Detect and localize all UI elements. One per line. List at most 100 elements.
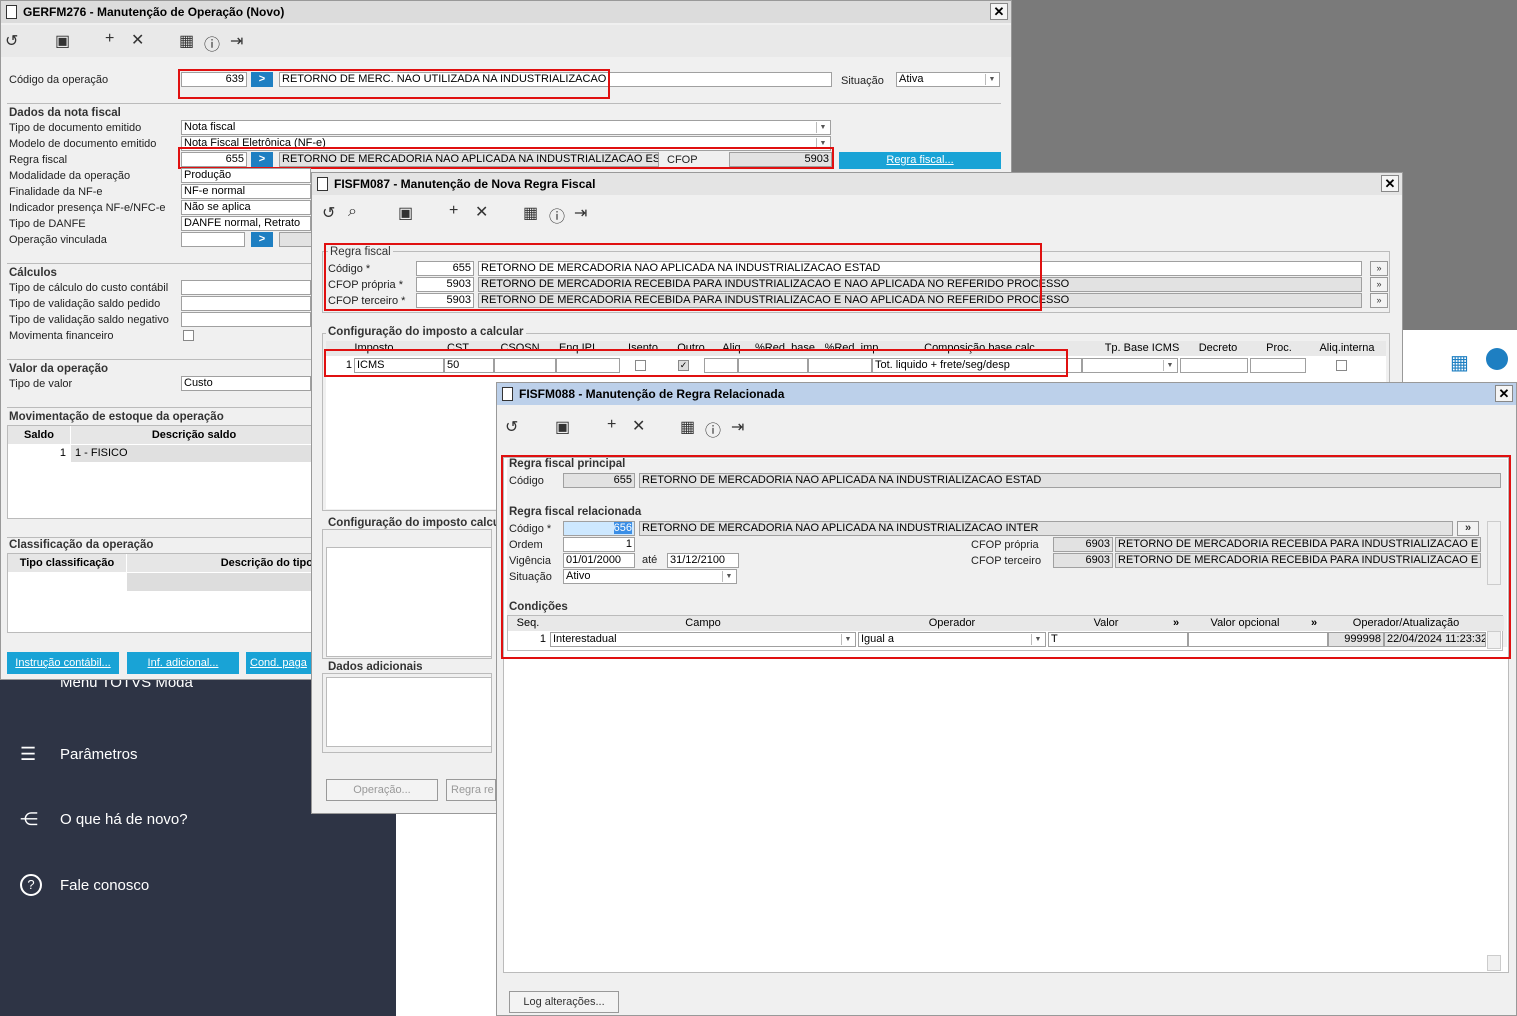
cell-saldo[interactable]: 1 — [8, 445, 70, 462]
add-icon[interactable]: + — [105, 30, 114, 48]
log-alteracoes-button[interactable]: Log alterações... — [509, 991, 619, 1013]
cell-decreto[interactable] — [1180, 358, 1248, 373]
col-header-descricao-tipo[interactable]: Descrição do tipo — [127, 554, 317, 572]
search-icon[interactable]: ⌕ — [348, 203, 357, 221]
col-header[interactable]: CSOSN — [490, 342, 550, 354]
vigencia-fim-field[interactable]: 31/12/2100 — [667, 553, 739, 568]
indicador-select[interactable]: Não se aplica — [181, 200, 311, 215]
nav-item-novidades[interactable]: ⋲ O que há de novo? — [20, 809, 188, 830]
col-header[interactable]: CST — [444, 342, 472, 354]
isento-checkbox[interactable] — [635, 360, 646, 371]
lookup-button[interactable]: » — [1370, 261, 1388, 276]
col-header[interactable]: Proc. — [1262, 342, 1296, 354]
cell-red-imp[interactable] — [808, 358, 872, 373]
col-header-operador-atualizacao[interactable]: Operador/Atualização — [1328, 617, 1484, 629]
modalidade-select[interactable]: Produção — [181, 168, 311, 183]
undo-icon[interactable]: ↺ — [322, 203, 335, 223]
col-header[interactable]: Tp. Base ICMS — [1094, 342, 1190, 354]
cell-composicao-base[interactable]: Tot. liquido + frete/seg/desp — [872, 358, 1082, 373]
calendar-icon[interactable]: ▦ — [680, 417, 695, 437]
col-header-operador[interactable]: Operador — [858, 617, 1046, 629]
vertical-scrollbar[interactable] — [1487, 631, 1501, 649]
cell-tp-base-icms[interactable]: ▼ — [1082, 358, 1178, 373]
delete-icon[interactable]: ✕ — [475, 202, 488, 222]
codigo-field[interactable]: 655 — [416, 261, 474, 276]
movimenta-financeiro-checkbox[interactable] — [183, 330, 194, 341]
inf-adicional-button[interactable]: Inf. adicional... — [127, 652, 239, 674]
vigencia-inicio-field[interactable]: 01/01/2000 — [563, 553, 635, 568]
cell-valor[interactable]: T — [1048, 632, 1188, 647]
cell-cst[interactable]: 50 — [444, 358, 494, 373]
cell-seq[interactable]: 1 — [508, 632, 548, 647]
cell-proc[interactable] — [1250, 358, 1306, 373]
dados-adicionais-textarea[interactable] — [326, 677, 492, 747]
col-header[interactable]: Imposto — [326, 342, 422, 354]
vinculada-field[interactable] — [181, 232, 245, 247]
save-icon[interactable]: ▣ — [398, 203, 413, 223]
col-header-valor[interactable]: Valor — [1048, 617, 1164, 629]
col-header[interactable]: Enq.IPI — [554, 342, 600, 354]
finalidade-select[interactable]: NF-e normal — [181, 184, 311, 199]
help-icon[interactable]: ⓘ — [549, 203, 565, 227]
regra-relacionada-button[interactable]: Regra re — [446, 779, 496, 801]
undo-icon[interactable]: ↺ — [5, 31, 18, 51]
cell-aliq[interactable] — [704, 358, 738, 373]
calc3-select[interactable] — [181, 312, 311, 327]
rel-codigo-lookup-button[interactable]: » — [1457, 521, 1479, 536]
help-icon[interactable]: ⓘ — [705, 417, 721, 441]
cfop-terceiro-field[interactable]: 5903 — [416, 293, 474, 308]
regra-fiscal-button[interactable]: Regra fiscal... — [839, 152, 1001, 169]
cell-descricao-saldo[interactable]: 1 - FISICO — [71, 445, 317, 462]
vinculada-lookup-button[interactable]: > — [251, 232, 273, 247]
calc2-select[interactable] — [181, 296, 311, 311]
save-icon[interactable]: ▣ — [555, 417, 570, 437]
situacao-select[interactable]: Ativo ▼ — [563, 569, 737, 584]
codigo-lookup-button[interactable]: > — [251, 72, 273, 87]
delete-icon[interactable]: ✕ — [632, 416, 645, 436]
close-button[interactable]: ✕ — [1495, 385, 1513, 402]
regra-field[interactable]: 655 — [181, 152, 247, 167]
col-header-seq[interactable]: Seq. — [508, 617, 548, 629]
exit-icon[interactable]: ⇥ — [230, 31, 243, 51]
close-button[interactable]: ✕ — [1381, 175, 1399, 192]
nav-item-menu[interactable]: Menu TOTVS Moda — [20, 680, 193, 696]
calendar-icon[interactable]: ▦ — [179, 31, 194, 51]
valor-opcional-expand-button[interactable]: » — [1306, 617, 1322, 629]
modelo-select[interactable]: Nota Fiscal Eletrônica (NF-e) ▼ — [181, 136, 831, 151]
col-header[interactable]: %Red. imp. — [821, 342, 885, 354]
save-icon[interactable]: ▣ — [55, 31, 70, 51]
exit-icon[interactable]: ⇥ — [574, 203, 587, 223]
undo-icon[interactable]: ↺ — [505, 417, 518, 437]
cell-red-base[interactable] — [738, 358, 808, 373]
codigo-field[interactable]: 639 — [181, 72, 247, 87]
col-header[interactable]: Decreto — [1192, 342, 1244, 354]
tipo-valor-select[interactable]: Custo — [181, 376, 311, 391]
help-icon[interactable]: ⓘ — [204, 31, 220, 55]
add-icon[interactable]: + — [449, 202, 458, 220]
cell-enq-ipi[interactable] — [556, 358, 620, 373]
vertical-scrollbar[interactable] — [1487, 521, 1501, 585]
outro-checkbox[interactable]: ✓ — [678, 360, 689, 371]
nav-item-fale-conosco[interactable]: ? Fale conosco — [20, 874, 149, 896]
col-header[interactable]: Outro — [669, 342, 713, 354]
regra-lookup-button[interactable]: > — [251, 152, 273, 167]
valor-expand-button[interactable]: » — [1168, 617, 1184, 629]
cfop-propria-field[interactable]: 5903 — [416, 277, 474, 292]
delete-icon[interactable]: ✕ — [131, 30, 144, 50]
danfe-select[interactable]: DANFE normal, Retrato — [181, 216, 311, 231]
cell-campo[interactable]: Interestadual ▼ — [550, 632, 856, 647]
scroll-down-button[interactable] — [1487, 955, 1501, 971]
ordem-field[interactable]: 1 — [563, 537, 635, 552]
nav-item-parametros[interactable]: ☰ Parâmetros — [20, 744, 138, 765]
col-header-tipo-classificacao[interactable]: Tipo classificação — [8, 554, 126, 572]
col-header-campo[interactable]: Campo — [550, 617, 856, 629]
col-header[interactable]: Aliq.interna — [1316, 342, 1378, 354]
instrucao-contabil-button[interactable]: Instrução contábil... — [7, 652, 119, 674]
close-button[interactable]: ✕ — [990, 3, 1008, 20]
cond-pagamento-button[interactable]: Cond. paga — [246, 652, 316, 674]
col-header[interactable]: %Red. base — [751, 342, 819, 354]
col-header[interactable]: Aliq. — [716, 342, 750, 354]
calendar-icon[interactable]: ▦ — [523, 203, 538, 223]
calc1-select[interactable] — [181, 280, 311, 295]
col-header-saldo[interactable]: Saldo — [8, 426, 70, 444]
